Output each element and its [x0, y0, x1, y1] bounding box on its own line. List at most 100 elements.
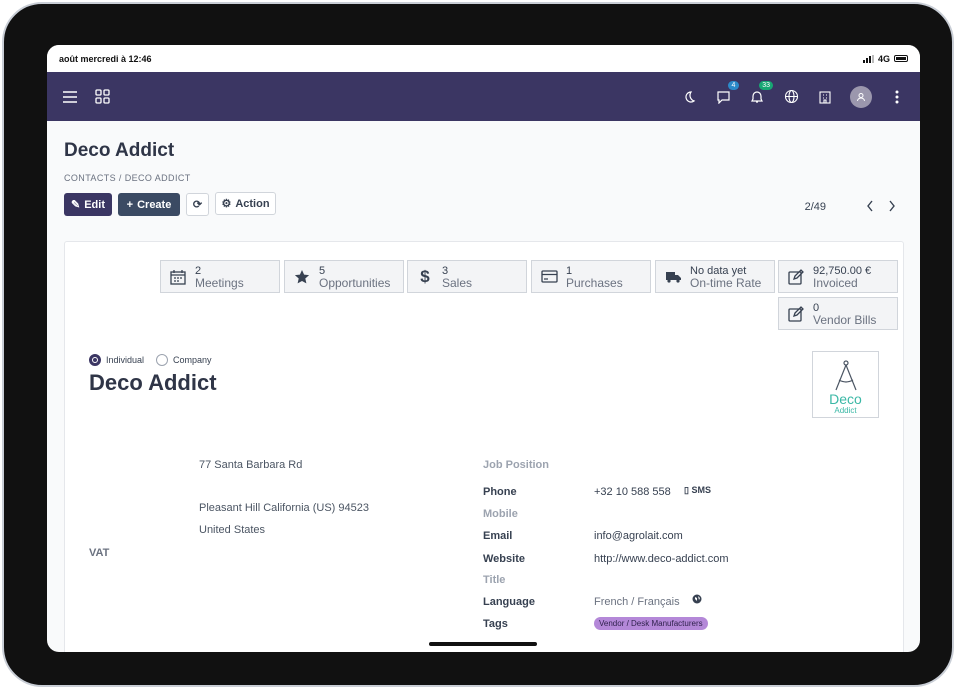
hamburger-menu-icon[interactable]: [61, 88, 79, 106]
create-button[interactable]: + Create: [118, 193, 180, 216]
apps-grid-icon[interactable]: [93, 88, 111, 106]
title-label: Title: [483, 574, 506, 586]
status-indicators: 4G: [862, 53, 908, 64]
pager-next-button[interactable]: [884, 197, 900, 215]
logo-text-addict: Addict: [834, 406, 857, 415]
website-label: Website: [483, 553, 525, 565]
stat-button-invoiced[interactable]: 92,750.00 € Invoiced: [778, 260, 898, 293]
dollar-icon: $: [420, 266, 430, 286]
stat-button-opportunities[interactable]: 5 Opportunities: [284, 260, 404, 293]
language-label: Language: [483, 596, 535, 608]
pager-previous-button[interactable]: [862, 197, 878, 215]
chevron-left-icon: [867, 200, 873, 212]
calendar-icon: [169, 268, 187, 286]
home-indicator[interactable]: [429, 642, 537, 646]
plus-icon: +: [126, 198, 134, 211]
edit-button[interactable]: ✎ Edit: [64, 193, 112, 216]
status-datetime: août mercredi à 12:46: [59, 53, 152, 64]
stat-button-ontime-rate[interactable]: No data yet On-time Rate: [655, 260, 775, 293]
truck-icon: [664, 268, 682, 286]
address-street[interactable]: 77 Santa Barbara Rd: [199, 459, 302, 471]
address-country[interactable]: United States: [199, 524, 265, 536]
credit-card-icon: [540, 268, 558, 286]
tags-label: Tags: [483, 618, 508, 630]
stat-button-sales[interactable]: $ 3 Sales: [407, 260, 527, 293]
form-sheet: 2 Meetings 5 Opportunities $ 3 Sales 1 Purch…: [64, 241, 904, 652]
radio-dot-checked[interactable]: [89, 354, 101, 366]
company-type-radio-group: Individual Company: [89, 354, 212, 366]
stat-meetings-label: Meetings: [195, 275, 244, 290]
email-value[interactable]: info@agrolait.com: [594, 530, 683, 542]
screen: août mercredi à 12:46 4G 4 33 Deco Addic…: [47, 45, 920, 652]
phone-label: Phone: [483, 486, 517, 498]
phone-value[interactable]: +32 10 588 558: [594, 486, 671, 498]
control-panel: Deco Addict CONTACTS / DECO ADDICT ✎ Edi…: [47, 121, 920, 233]
refresh-icon: ⟳: [192, 199, 203, 211]
vat-label: VAT: [89, 547, 110, 559]
stat-ontime-value: No data yet: [690, 264, 747, 277]
stat-vendor-bills-label: Vendor Bills: [813, 312, 877, 327]
compass-logo-icon: [834, 360, 857, 391]
radio-dot-unchecked[interactable]: [156, 354, 169, 366]
stat-invoiced-value: 92,750.00 €: [813, 264, 872, 277]
stat-opportunities-label: Opportunities: [319, 275, 391, 290]
stat-invoiced-label: Invoiced: [813, 275, 858, 290]
stat-button-vendor-bills[interactable]: 0 Vendor Bills: [778, 297, 898, 330]
chevron-right-icon: [889, 200, 895, 212]
sms-button[interactable]: ▯ SMS: [684, 485, 711, 496]
contact-name-field[interactable]: Deco Addict: [89, 370, 217, 396]
chat-badge: 4: [728, 80, 739, 90]
stat-sales-value: 3: [442, 264, 449, 277]
stat-opportunities-value: 5: [319, 264, 326, 277]
website-value[interactable]: http://www.deco-addict.com: [594, 553, 729, 565]
stat-button-purchases[interactable]: 1 Purchases: [531, 260, 651, 293]
address-city-state-zip[interactable]: Pleasant Hill California (US) 94523: [199, 502, 369, 514]
mobile-phone-icon: ▯: [684, 485, 689, 495]
tablet-frame: août mercredi à 12:46 4G 4 33 Deco Addic…: [2, 2, 954, 687]
avatar[interactable]: [850, 85, 872, 108]
pager-value: 2/49: [804, 201, 826, 213]
radio-company[interactable]: Company: [156, 354, 212, 366]
company-logo-image[interactable]: Deco Addict: [812, 351, 879, 418]
radio-company-label: Company: [173, 355, 212, 365]
breadcrumb[interactable]: CONTACTS / DECO ADDICT: [64, 173, 191, 183]
edit-button-label: Edit: [84, 198, 105, 211]
signal-icon: [862, 54, 874, 63]
network-label: 4G: [877, 53, 890, 64]
top-navbar: 4 33: [47, 72, 920, 121]
stat-button-meetings[interactable]: 2 Meetings: [160, 260, 280, 293]
sms-label: SMS: [691, 485, 711, 495]
stat-vendor-bills-value: 0: [813, 301, 820, 314]
stat-purchases-label: Purchases: [566, 275, 623, 290]
stat-ontime-label: On-time Rate: [690, 275, 762, 290]
refresh-button[interactable]: ⟳: [186, 193, 209, 216]
email-label: Email: [483, 530, 513, 542]
gear-icon: ⚙: [221, 198, 232, 210]
star-icon: [293, 268, 311, 286]
company-building-icon[interactable]: [816, 88, 834, 106]
dark-mode-moon-icon[interactable]: [680, 88, 698, 106]
bell-icon[interactable]: 33: [748, 80, 773, 106]
stat-purchases-value: 1: [566, 264, 573, 277]
status-bar: août mercredi à 12:46 4G: [47, 45, 920, 72]
logo-text-deco: Deco: [829, 391, 862, 407]
chat-icon[interactable]: 4: [714, 80, 739, 106]
more-vertical-icon[interactable]: [888, 88, 906, 106]
notification-badge: 33: [759, 80, 773, 90]
stat-sales-label: Sales: [442, 275, 473, 290]
page-title: Deco Addict: [64, 140, 175, 161]
tag-badge[interactable]: Vendor / Desk Manufacturers: [594, 617, 708, 630]
job-position-label[interactable]: Job Position: [483, 459, 549, 471]
battery-icon: [894, 55, 908, 62]
stat-meetings-value: 2: [195, 264, 202, 277]
edit-icon: [787, 305, 805, 323]
create-button-label: Create: [137, 198, 172, 211]
radio-individual[interactable]: Individual: [89, 354, 144, 366]
globe-icon[interactable]: [782, 88, 800, 106]
radio-individual-label: Individual: [106, 355, 145, 365]
mobile-label: Mobile: [483, 508, 518, 520]
action-button[interactable]: ⚙ Action: [215, 192, 276, 215]
language-value[interactable]: French / Français: [594, 596, 680, 608]
pencil-icon: ✎: [71, 199, 81, 211]
action-button-label: Action: [235, 197, 270, 210]
